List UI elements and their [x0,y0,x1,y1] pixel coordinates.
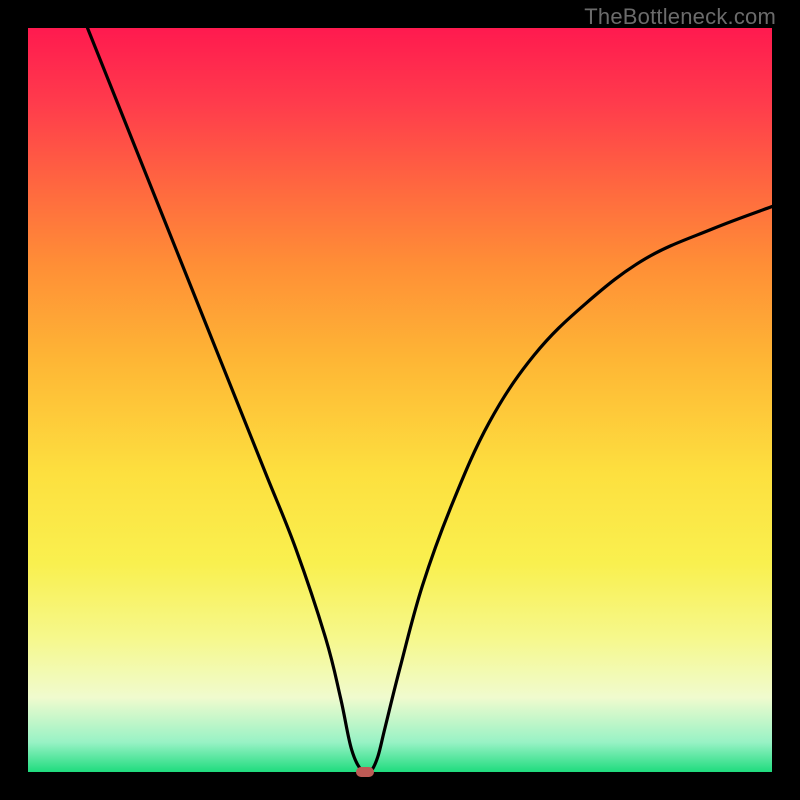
plot-area [28,28,772,772]
curve-svg [28,28,772,772]
chart-frame: TheBottleneck.com [0,0,800,800]
watermark-text: TheBottleneck.com [584,4,776,30]
minimum-marker [356,767,374,777]
bottleneck-curve [88,28,772,772]
